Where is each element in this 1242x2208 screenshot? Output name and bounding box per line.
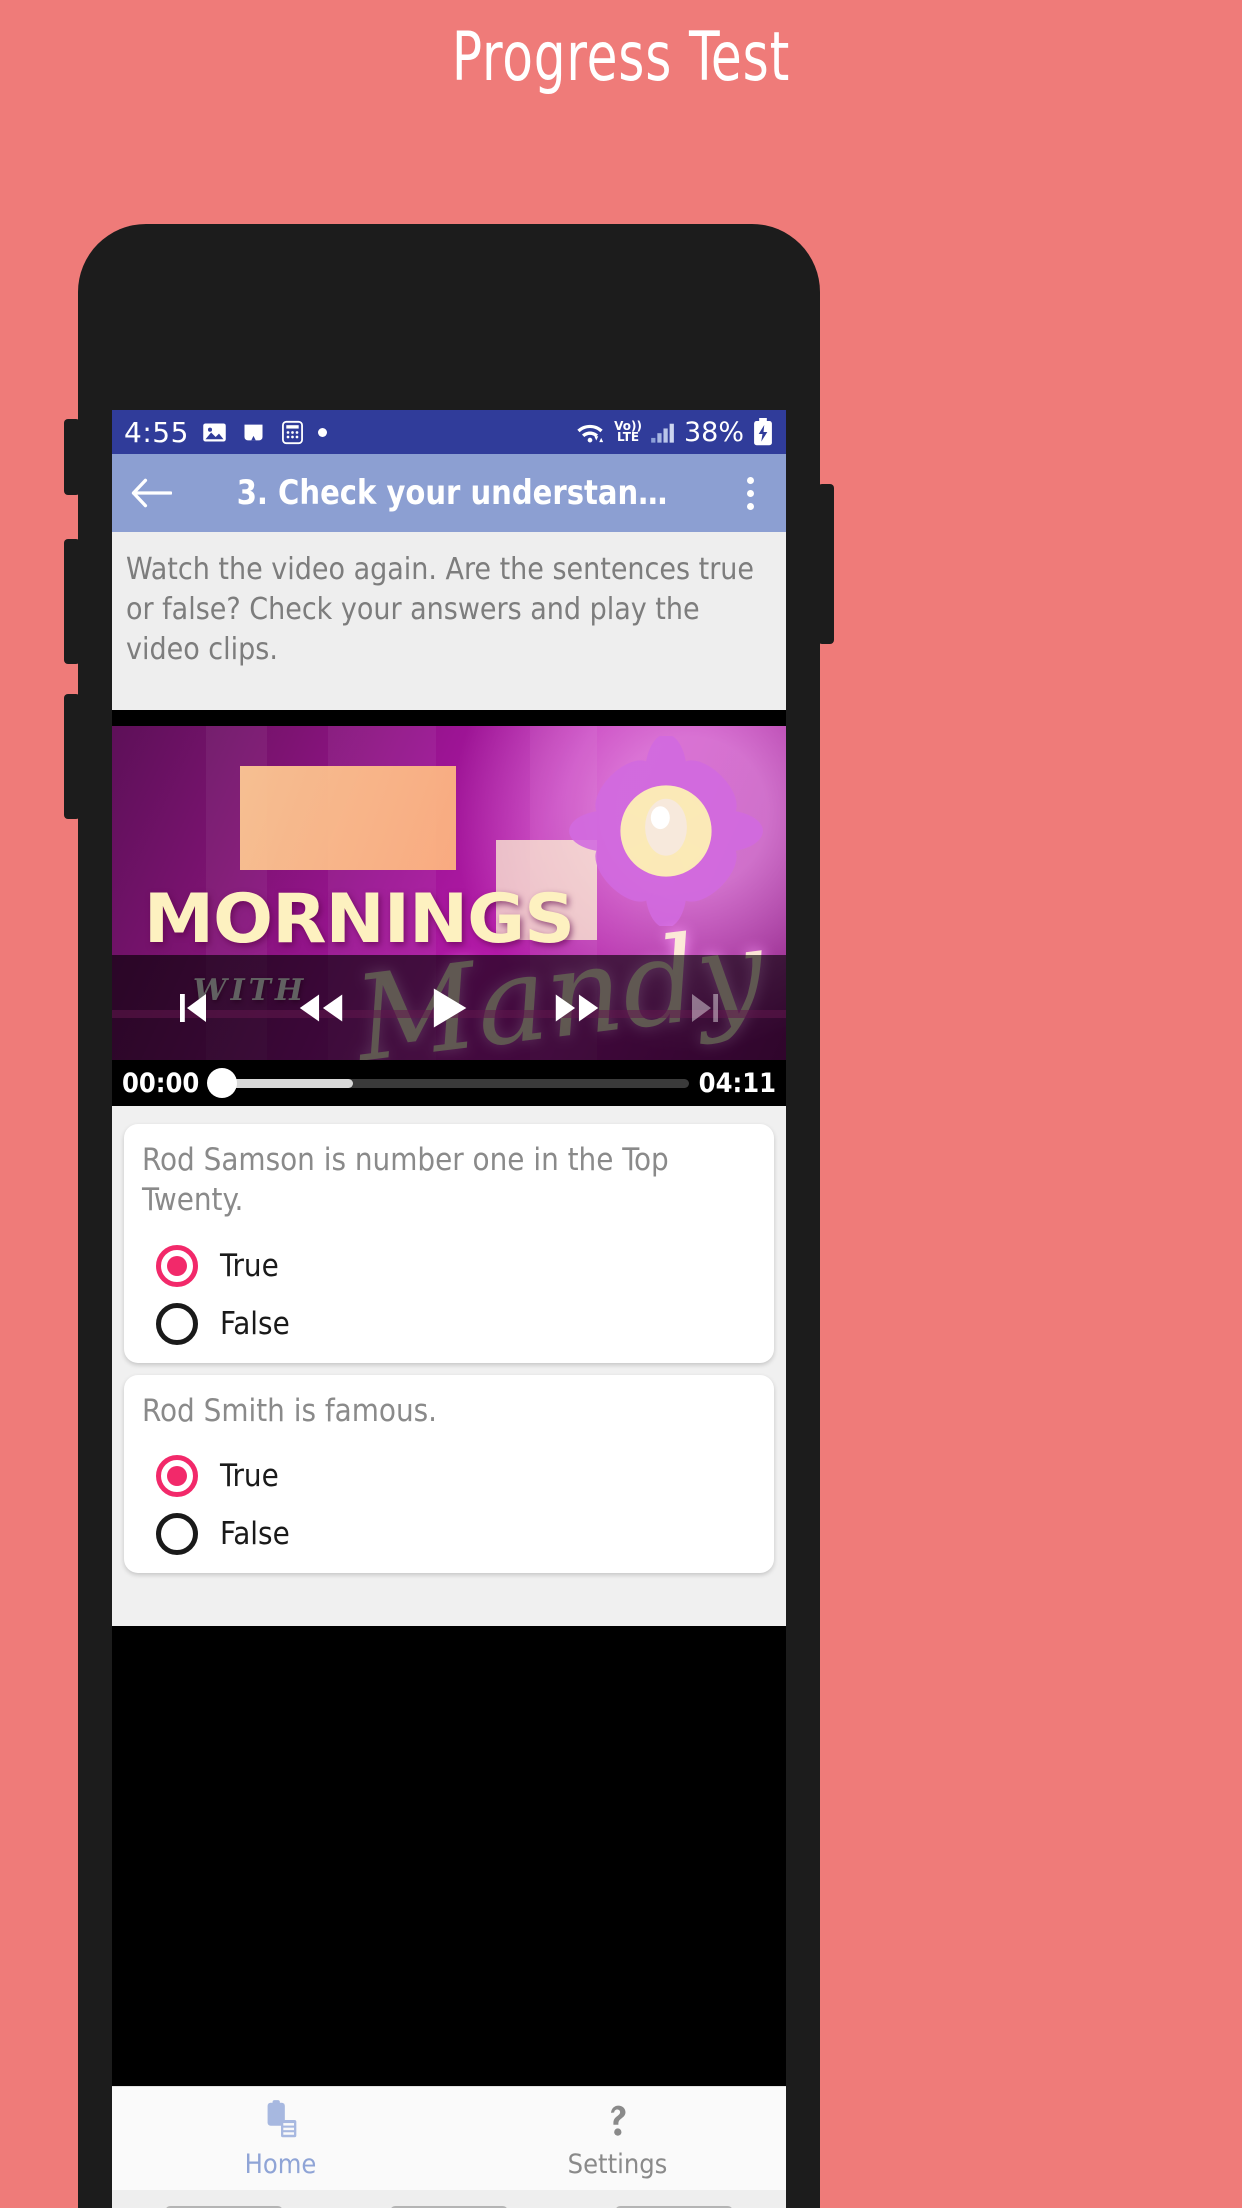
phone-side-button-power xyxy=(818,484,834,644)
option-row[interactable]: False xyxy=(142,1505,756,1563)
flower-icon xyxy=(566,734,766,928)
signal-bars-icon xyxy=(650,420,676,444)
image-icon xyxy=(201,419,228,446)
total-time: 04:11 xyxy=(698,1067,776,1099)
instructions-text: Watch the video again. Are the sentences… xyxy=(112,532,786,710)
nav-item-settings[interactable]: Settings xyxy=(449,2087,786,2190)
phone-screen: 4:55 Vo)) LTE 38% 3. Check your understa… xyxy=(112,410,786,2208)
battery-charging-icon xyxy=(752,418,774,446)
radio-false-icon[interactable] xyxy=(156,1512,198,1555)
battery-percent: 38% xyxy=(683,416,744,448)
seek-thumb[interactable] xyxy=(207,1068,238,1098)
thumbnail-shape-rect1 xyxy=(240,766,456,870)
radio-true-icon[interactable] xyxy=(156,1454,198,1497)
question-card: Rod Samson is number one in the Top Twen… xyxy=(124,1124,774,1363)
question-card: Rod Smith is famous. True False xyxy=(124,1374,774,1573)
page-title: Progress Test xyxy=(451,18,791,97)
question-list[interactable]: Rod Samson is number one in the Top Twen… xyxy=(112,1106,786,1626)
nav-label-home: Home xyxy=(244,2149,317,2180)
play-button[interactable] xyxy=(412,971,486,1045)
option-label: False xyxy=(220,1305,290,1342)
option-row[interactable]: False xyxy=(142,1295,756,1353)
calculator-icon xyxy=(279,419,306,446)
question-mark-icon xyxy=(595,2097,641,2147)
page-title-appbar: 3. Check your understan… xyxy=(236,473,668,513)
phone-frame: 4:55 Vo)) LTE 38% 3. Check your understa… xyxy=(64,224,834,2208)
option-label: False xyxy=(220,1515,290,1552)
seek-track[interactable] xyxy=(207,1068,689,1098)
phone-side-button-volume-up xyxy=(64,539,80,664)
phone-side-button-mute xyxy=(64,419,80,495)
video-player[interactable]: MORNINGS WITH Mandy xyxy=(112,726,786,1060)
app-icon xyxy=(240,419,267,446)
radio-true-icon[interactable] xyxy=(156,1244,198,1287)
status-bar-time: 4:55 xyxy=(124,415,189,449)
question-text: Rod Smith is famous. xyxy=(142,1392,438,1429)
network-line-2: LTE xyxy=(617,430,640,444)
video-controls xyxy=(112,955,786,1060)
phone-side-button-volume-down xyxy=(64,694,80,819)
nav-label-settings: Settings xyxy=(567,2149,668,2180)
current-time: 00:00 xyxy=(122,1067,200,1099)
previous-button[interactable] xyxy=(155,971,229,1045)
option-row[interactable]: True xyxy=(142,1447,756,1505)
rewind-button[interactable] xyxy=(284,971,358,1045)
network-type-icon: Vo)) LTE xyxy=(614,420,642,444)
app-bar: 3. Check your understan… xyxy=(112,454,786,532)
next-button[interactable] xyxy=(669,971,743,1045)
back-arrow-icon[interactable] xyxy=(128,470,174,516)
fast-forward-button[interactable] xyxy=(540,971,614,1045)
dot-icon xyxy=(317,427,327,437)
wifi-icon xyxy=(574,419,606,445)
clipboard-list-icon xyxy=(258,2097,304,2147)
option-label: True xyxy=(220,1247,279,1284)
question-text: Rod Samson is number one in the Top Twen… xyxy=(142,1142,669,1219)
nav-item-home[interactable]: Home xyxy=(112,2087,449,2190)
option-label: True xyxy=(220,1457,279,1494)
bottom-navigation: Home Settings xyxy=(112,2086,786,2190)
android-navigation-bar xyxy=(112,2190,786,2208)
option-row[interactable]: True xyxy=(142,1237,756,1295)
overflow-menu-icon[interactable] xyxy=(730,476,770,510)
radio-false-icon[interactable] xyxy=(156,1302,198,1345)
status-bar: 4:55 Vo)) LTE 38% xyxy=(112,410,786,454)
video-seek-bar[interactable]: 00:00 04:11 xyxy=(112,1060,786,1106)
